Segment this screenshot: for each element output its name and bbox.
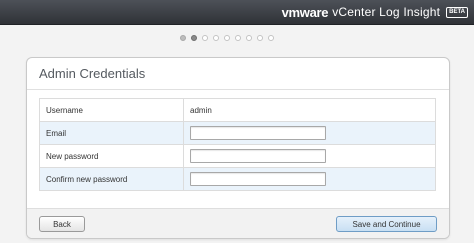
card-footer: Back Save and Continue xyxy=(27,208,449,238)
credentials-form: Username admin Email New password Confir… xyxy=(39,98,436,191)
confirm-password-field[interactable] xyxy=(190,172,326,186)
step-indicator xyxy=(180,35,274,41)
save-and-continue-button[interactable]: Save and Continue xyxy=(336,216,437,232)
email-cell xyxy=(183,121,436,145)
back-button[interactable]: Back xyxy=(39,216,85,232)
step-dot xyxy=(202,35,208,41)
new-password-label: New password xyxy=(39,144,184,168)
email-label: Email xyxy=(39,121,184,145)
form-row-confirm-password: Confirm new password xyxy=(39,167,436,191)
step-dot xyxy=(213,35,219,41)
step-dot xyxy=(180,35,186,41)
new-password-cell xyxy=(183,144,436,168)
product-name: vCenter Log Insight xyxy=(332,5,441,19)
form-row-username: Username admin xyxy=(39,98,436,122)
step-dot-current xyxy=(191,35,197,41)
new-password-field[interactable] xyxy=(190,149,326,163)
beta-badge: BETA xyxy=(446,6,468,18)
step-dot xyxy=(246,35,252,41)
form-row-email: Email xyxy=(39,121,436,145)
confirm-password-cell xyxy=(183,167,436,191)
email-field[interactable] xyxy=(190,126,326,140)
vmware-logo: vmware xyxy=(281,4,329,20)
step-dot xyxy=(235,35,241,41)
card-title: Admin Credentials xyxy=(39,66,146,81)
confirm-password-label: Confirm new password xyxy=(39,167,184,191)
step-dot xyxy=(268,35,274,41)
form-row-new-password: New password xyxy=(39,144,436,168)
step-dot xyxy=(257,35,263,41)
username-value: admin xyxy=(183,98,436,122)
brand: vmware vCenter Log Insight BETA xyxy=(282,4,468,20)
step-dot xyxy=(224,35,230,41)
app-header: vmware vCenter Log Insight BETA xyxy=(0,0,474,25)
admin-credentials-card: Admin Credentials Username admin Email N… xyxy=(26,57,450,239)
username-label: Username xyxy=(39,98,184,122)
title-divider xyxy=(27,89,449,90)
